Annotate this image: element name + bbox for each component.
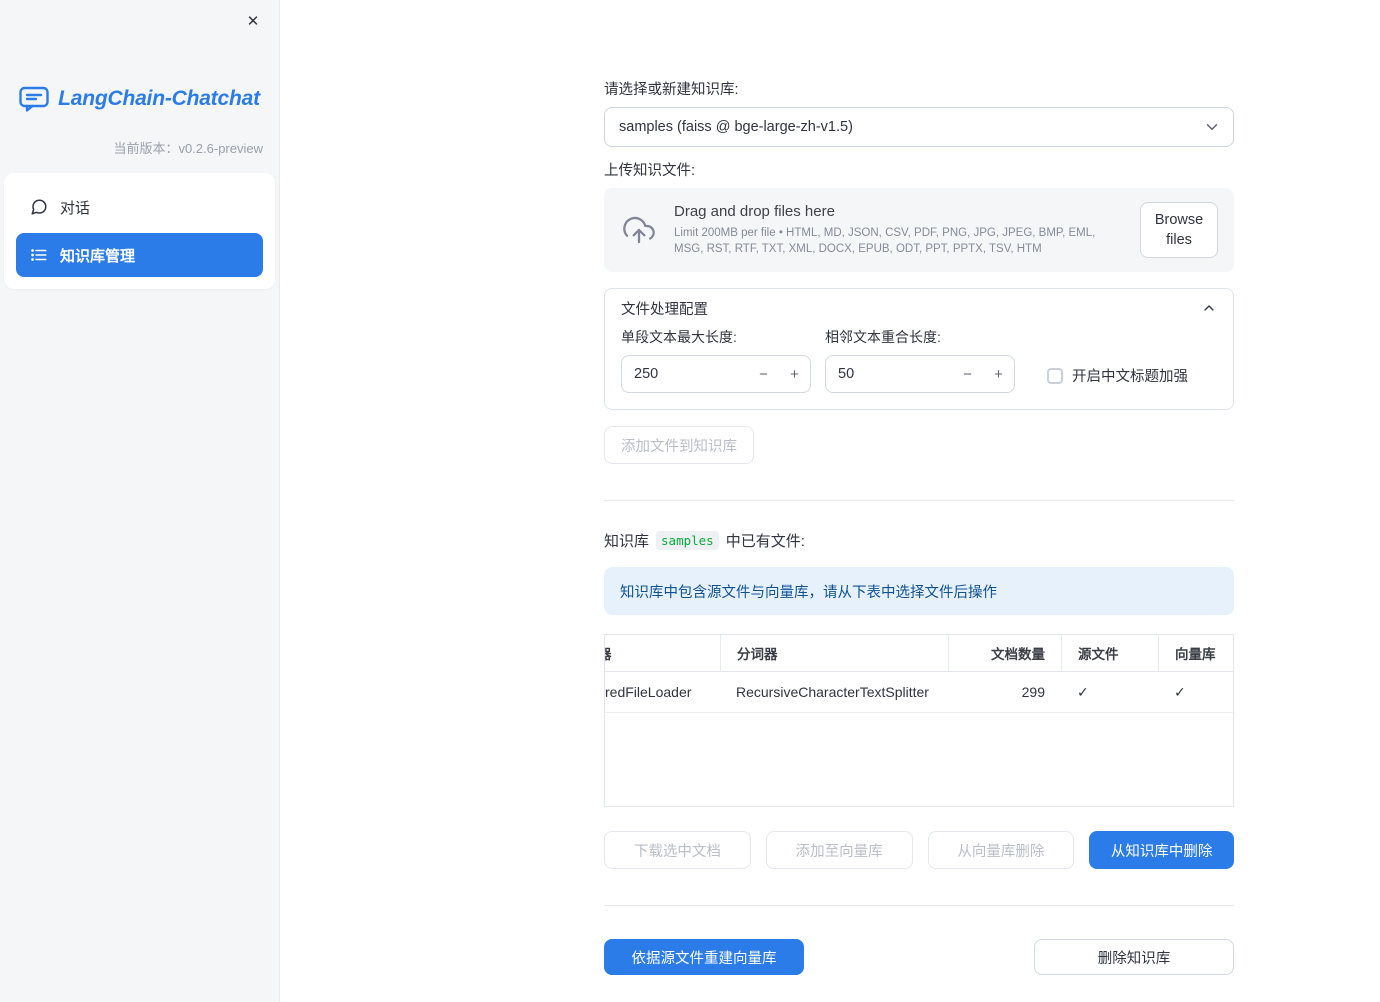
chevron-up-icon	[1204, 305, 1214, 311]
logo-text: LangChain-Chatchat	[58, 87, 260, 110]
overlap-size-increment-button[interactable]: +	[983, 356, 1014, 392]
sidebar-close-button[interactable]: ✕	[239, 7, 267, 35]
sidebar-item-label: 对话	[60, 199, 91, 217]
chevron-down-icon	[1206, 124, 1218, 130]
chunk-size-label: 单段文本最大长度:	[621, 329, 737, 345]
overlap-size-group: 相邻文本重合长度: 50 − +	[825, 329, 1015, 393]
add-files-button[interactable]: 添加文件到知识库	[604, 426, 754, 464]
remove-from-vector-store-button[interactable]: 从向量库删除	[927, 831, 1075, 869]
column-header-loader[interactable]: 器	[605, 635, 720, 671]
sidebar-item-knowledge-base[interactable]: 知识库管理	[16, 233, 263, 277]
table-header-row: 器 分词器 文档数量 源文件 向量库	[605, 635, 1233, 672]
delete-from-kb-button[interactable]: 从知识库中删除	[1089, 831, 1234, 869]
chunk-size-input[interactable]: 250 − +	[621, 355, 811, 393]
file-config-expander: 文件处理配置 单段文本最大长度: 250 − + 相邻文本重合长度: 50 − …	[604, 288, 1234, 410]
dropzone-text: Drag and drop files here Limit 200MB per…	[674, 203, 1124, 257]
knowledge-base-icon	[31, 249, 47, 261]
rebuild-vector-store-button[interactable]: 依据源文件重建向量库	[604, 939, 804, 975]
existing-suffix: 中已有文件:	[725, 533, 805, 550]
overlap-size-value: 50	[838, 366, 855, 382]
zh-title-enhance-checkbox[interactable]: 开启中文标题加强	[1047, 365, 1188, 386]
chunk-size-decrement-button[interactable]: −	[748, 356, 779, 392]
kb-selectbox[interactable]: samples (faiss @ bge-large-zh-v1.5)	[604, 107, 1234, 147]
divider	[604, 500, 1234, 501]
chunk-size-value: 250	[634, 366, 659, 382]
browse-files-button[interactable]: Browse files	[1140, 202, 1218, 258]
sidebar: ✕ LangChain-Chatchat 当前版本：v0.2.6-preview…	[0, 0, 280, 1002]
chunk-size-group: 单段文本最大长度: 250 − +	[621, 329, 811, 393]
main-content: 请选择或新建知识库: samples (faiss @ bge-large-zh…	[604, 0, 1234, 975]
cell-source-file: ✓	[1077, 683, 1089, 700]
download-selected-button[interactable]: 下载选中文档	[604, 831, 751, 869]
kb-actions-row: 依据源文件重建向量库 删除知识库	[604, 939, 1234, 975]
upload-label: 上传知识文件:	[604, 163, 696, 179]
upload-cloud-icon	[623, 216, 655, 244]
column-header-source-file[interactable]: 源文件	[1061, 635, 1158, 671]
existing-files-heading: 知识库 samples 中已有文件:	[604, 530, 1234, 551]
overlap-size-label: 相邻文本重合长度:	[825, 329, 941, 345]
checkbox-icon	[1047, 367, 1063, 384]
checkbox-label: 开启中文标题加强	[1072, 369, 1188, 385]
app-logo: LangChain-Chatchat	[0, 86, 279, 112]
expander-title: 文件处理配置	[621, 301, 708, 318]
cell-vector-store: ✓	[1174, 683, 1186, 700]
expander-body: 单段文本最大长度: 250 − + 相邻文本重合长度: 50 − + 开启中文标…	[605, 327, 1233, 409]
dropzone-title: Drag and drop files here	[674, 203, 835, 220]
add-to-vector-store-button[interactable]: 添加至向量库	[765, 831, 913, 869]
kb-select-label: 请选择或新建知识库:	[604, 82, 739, 98]
kb-name-code: samples	[656, 531, 719, 550]
column-header-doc-count[interactable]: 文档数量	[948, 635, 1061, 671]
sidebar-item-label: 知识库管理	[60, 247, 136, 265]
logo-chat-icon	[19, 86, 49, 112]
sidebar-item-dialogue[interactable]: 对话	[16, 185, 263, 229]
table-row[interactable]: redFileLoader RecursiveCharacterTextSpli…	[605, 672, 1233, 713]
overlap-size-input[interactable]: 50 − +	[825, 355, 1015, 393]
column-header-vector-store[interactable]: 向量库	[1158, 635, 1233, 671]
close-icon: ✕	[246, 13, 260, 30]
file-actions-row: 下载选中文档 添加至向量库 从向量库删除 从知识库中删除	[604, 831, 1234, 869]
dropzone-limits: Limit 200MB per file • HTML, MD, JSON, C…	[674, 227, 1096, 255]
expander-header[interactable]: 文件处理配置	[605, 289, 1233, 327]
cell-splitter: RecursiveCharacterTextSplitter	[736, 684, 929, 700]
version-caption: 当前版本：v0.2.6-preview	[113, 141, 263, 156]
info-banner: 知识库中包含源文件与向量库，请从下表中选择文件后操作	[604, 567, 1234, 615]
delete-kb-button[interactable]: 删除知识库	[1034, 939, 1234, 975]
kb-selected-value: samples (faiss @ bge-large-zh-v1.5)	[619, 119, 853, 135]
overlap-size-decrement-button[interactable]: −	[952, 356, 983, 392]
divider	[604, 905, 1234, 906]
chunk-size-increment-button[interactable]: +	[779, 356, 810, 392]
chat-bubble-icon	[31, 199, 47, 215]
cell-doc-count: 299	[1021, 684, 1045, 700]
sidebar-menu: 对话 知识库管理	[4, 173, 275, 289]
cell-loader: redFileLoader	[605, 684, 692, 700]
existing-prefix: 知识库	[604, 533, 650, 550]
file-dropzone[interactable]: Drag and drop files here Limit 200MB per…	[604, 188, 1234, 272]
column-header-splitter[interactable]: 分词器	[720, 635, 948, 671]
files-table: 器 分词器 文档数量 源文件 向量库 redFileLoader Recursi…	[604, 634, 1234, 807]
